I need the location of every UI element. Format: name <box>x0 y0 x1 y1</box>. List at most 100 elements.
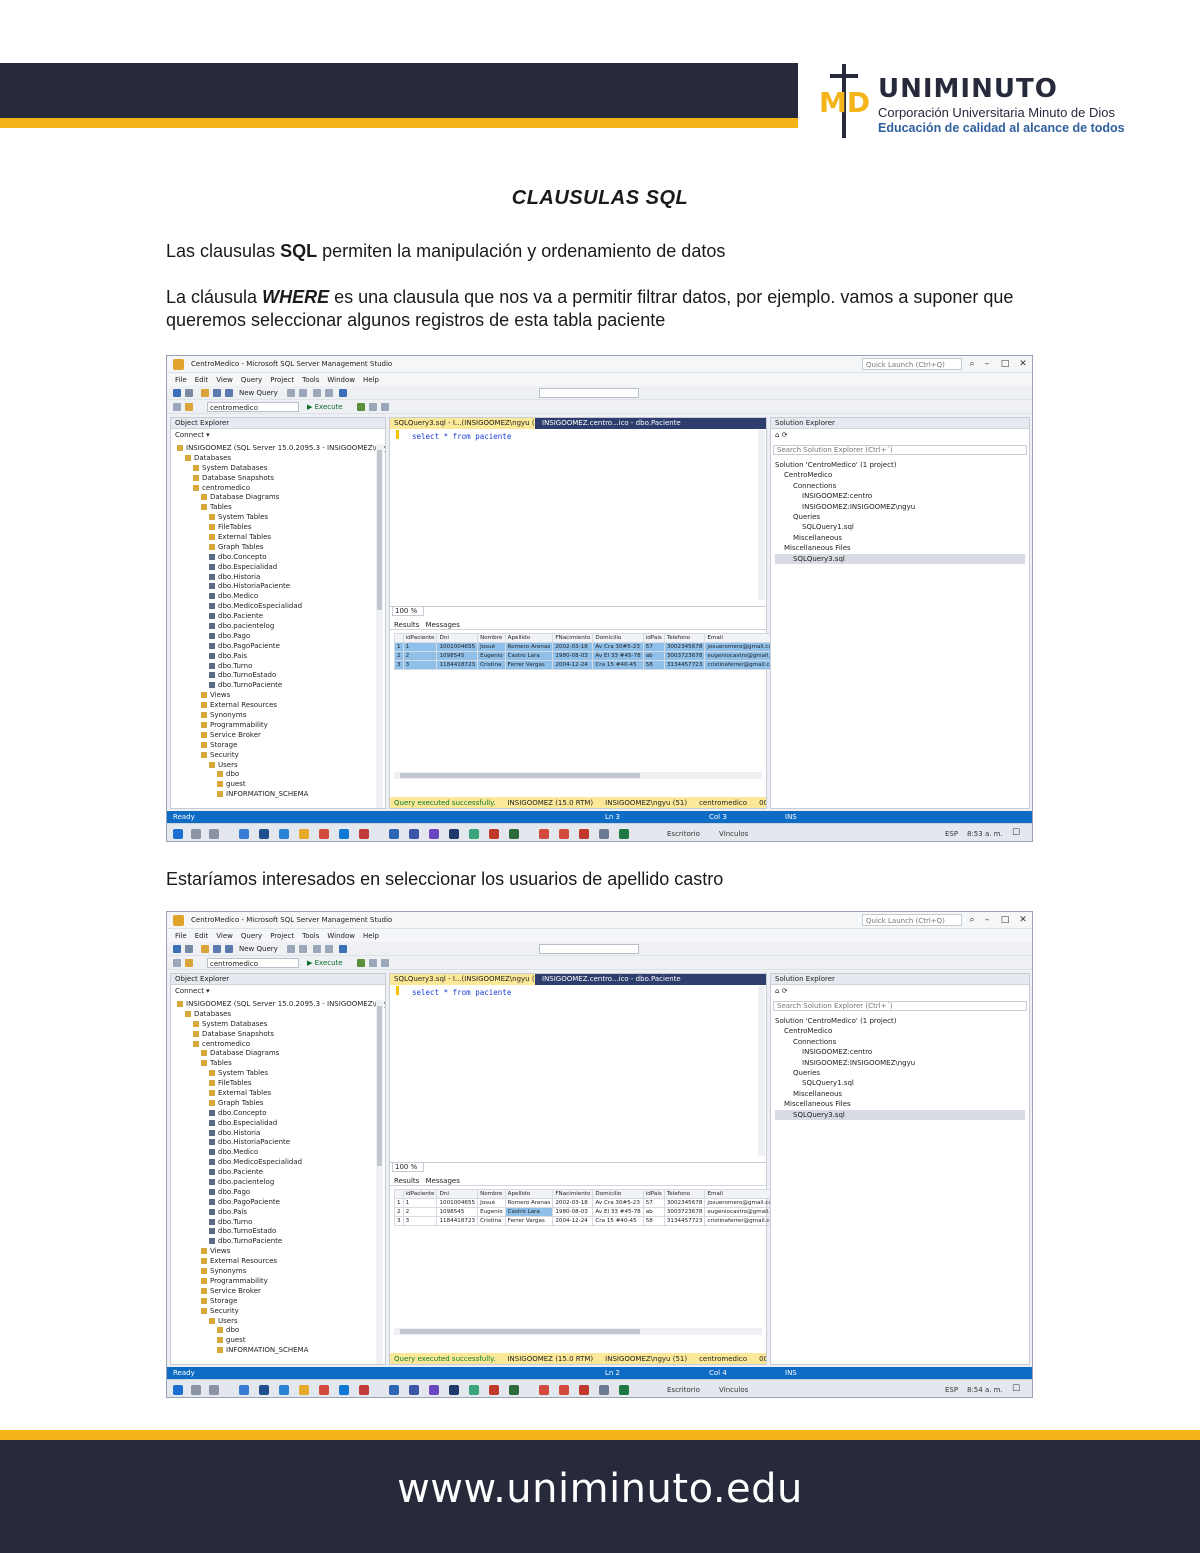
app-icon-2[interactable] <box>259 1385 269 1395</box>
refresh-icon[interactable]: ⟳ <box>782 987 788 995</box>
table-cell[interactable]: 58 <box>642 660 665 670</box>
taskbar-language[interactable]: ESP <box>945 830 958 838</box>
column-header[interactable]: Domicilio <box>592 1189 644 1199</box>
table-row[interactable]: 1 1 1001004655 Josué Romero Arenas 2002-03-18… <box>394 1198 780 1208</box>
copy-icon[interactable] <box>325 389 333 397</box>
table-cell[interactable]: Ferrer Vargas <box>504 660 554 670</box>
solution-node[interactable]: INSIGOOMEZ:INSIGOOMEZ\ngyu <box>775 1058 1025 1068</box>
table-cell[interactable]: 1098545 <box>436 651 479 661</box>
tree-node[interactable]: External Resources <box>177 1257 385 1267</box>
table-cell[interactable]: Av El 33 #45-78 <box>592 651 644 661</box>
tree-node[interactable]: guest <box>177 1336 385 1346</box>
execute-button[interactable]: ▶ Execute <box>307 403 343 411</box>
back-icon[interactable] <box>173 945 181 953</box>
taskbar-search-icon[interactable] <box>191 1385 201 1395</box>
tree-node[interactable]: FileTables <box>177 1079 385 1089</box>
undo-icon[interactable] <box>339 945 347 953</box>
table-cell[interactable]: Cristina <box>477 660 506 670</box>
column-header[interactable]: FNacimiento <box>552 633 594 643</box>
solution-search-input[interactable]: Search Solution Explorer (Ctrl+´) <box>773 1001 1027 1011</box>
menu-item-query[interactable]: Query <box>241 932 262 940</box>
table-cell[interactable]: 57 <box>642 1198 665 1208</box>
tree-node[interactable]: Databases <box>177 454 385 464</box>
scroll-thumb[interactable] <box>377 1006 382 1166</box>
maximize-icon[interactable]: □ <box>1000 915 1010 925</box>
zoom-select[interactable]: 100 % <box>392 606 424 616</box>
app-icon-7[interactable] <box>469 829 479 839</box>
taskbar-language[interactable]: ESP <box>945 1386 958 1394</box>
menu-item-window[interactable]: Window <box>327 932 355 940</box>
solution-node[interactable]: CentroMedico <box>775 470 1025 480</box>
table-cell[interactable]: 1 <box>402 1198 438 1208</box>
tree-node[interactable]: dbo.HistoriaPaciente <box>177 1138 385 1148</box>
table-cell[interactable]: 1098545 <box>436 1207 479 1217</box>
table-cell[interactable]: Cra 15 #40-45 <box>592 660 644 670</box>
table-cell[interactable]: 58 <box>642 1216 665 1226</box>
forward-icon[interactable] <box>185 389 193 397</box>
tree-node[interactable]: INFORMATION_SCHEMA <box>177 790 385 800</box>
tree-node[interactable]: System Tables <box>177 1069 385 1079</box>
tree-node[interactable]: INFORMATION_SCHEMA <box>177 1346 385 1356</box>
solution-search-input[interactable]: Search Solution Explorer (Ctrl+´) <box>773 445 1027 455</box>
copy-icon[interactable] <box>325 945 333 953</box>
menu-item-edit[interactable]: Edit <box>195 932 209 940</box>
column-header[interactable]: Telefono <box>663 633 706 643</box>
tree-node[interactable]: System Databases <box>177 464 385 474</box>
taskbar-escritorio[interactable]: Escritorio <box>667 1386 700 1394</box>
table-cell[interactable]: 2004-12-24 <box>552 660 594 670</box>
new-query-button[interactable]: New Query <box>239 389 278 397</box>
connect-dropdown[interactable]: Connect <box>175 431 204 439</box>
excel-icon[interactable] <box>619 829 629 839</box>
column-header[interactable]: idPaciente <box>402 633 438 643</box>
query-icon-2[interactable] <box>299 945 307 953</box>
table-cell[interactable]: cristinaferrer@gmail.co <box>704 660 780 670</box>
table-cell[interactable]: Josué <box>477 642 506 652</box>
table-cell[interactable]: 3 <box>402 660 438 670</box>
powerpoint-icon[interactable] <box>579 829 589 839</box>
query-icon-2[interactable] <box>299 389 307 397</box>
menu-item-help[interactable]: Help <box>363 376 379 384</box>
column-header[interactable]: FNacimiento <box>552 1189 594 1199</box>
app-icon-9[interactable] <box>509 1385 519 1395</box>
tree-node[interactable]: dbo.PagoPaciente <box>177 1198 385 1208</box>
taskbar-search-icon[interactable] <box>191 829 201 839</box>
close-icon[interactable]: ✕ <box>1018 915 1028 925</box>
tree-node[interactable]: Database Snapshots <box>177 474 385 484</box>
object-explorer-scrollbar[interactable] <box>376 1000 383 1364</box>
table-row[interactable]: 2 2 1098545 Eugenio Castro Lara 1980-08-03 Av … <box>394 1207 780 1217</box>
tree-node[interactable]: Security <box>177 1307 385 1317</box>
table-cell[interactable]: 1184418723 <box>436 660 479 670</box>
object-explorer-scrollbar[interactable] <box>376 444 383 808</box>
column-header[interactable] <box>394 1189 404 1199</box>
tree-node[interactable]: Service Broker <box>177 1287 385 1297</box>
tree-node[interactable]: Users <box>177 1317 385 1327</box>
solution-node[interactable]: SQLQuery3.sql <box>775 553 1025 564</box>
tree-node[interactable]: dbo.PagoPaciente <box>177 642 385 652</box>
sql-code[interactable]: select * from paciente <box>412 988 511 997</box>
tree-node[interactable]: FileTables <box>177 523 385 533</box>
table-row[interactable]: 3 3 1184418723 Cristina Ferrer Vargas 2004-12… <box>394 660 780 670</box>
table-cell[interactable]: Eugenio <box>477 651 506 661</box>
solution-node[interactable]: INSIGOOMEZ:centro <box>775 491 1025 501</box>
excel-icon[interactable] <box>619 1385 629 1395</box>
tree-node[interactable]: INSIGOOMEZ (SQL Server 15.0.2095.3 - INS… <box>177 444 385 454</box>
app-icon-8[interactable] <box>489 1385 499 1395</box>
table-cell[interactable]: Castro Lara <box>504 651 554 661</box>
tree-node[interactable]: Databases <box>177 1010 385 1020</box>
table-row[interactable]: 3 3 1184418723 Cristina Ferrer Vargas 2004-12… <box>394 1216 780 1226</box>
table-cell[interactable]: Josué <box>477 1198 506 1208</box>
notifications-icon[interactable]: ☐ <box>1012 1384 1020 1394</box>
column-header[interactable]: Apellido <box>504 633 554 643</box>
column-header[interactable]: Domicilio <box>592 633 644 643</box>
tree-node[interactable]: dbo.Medico <box>177 1148 385 1158</box>
app-icon-6[interactable] <box>429 829 439 839</box>
column-header[interactable]: idPais <box>642 633 665 643</box>
table-cell[interactable]: 1001004655 <box>436 1198 479 1208</box>
save-all-icon[interactable] <box>225 945 233 953</box>
solution-node[interactable]: Queries <box>775 512 1025 522</box>
tree-node[interactable]: Storage <box>177 741 385 751</box>
app-icon-10[interactable] <box>539 1385 549 1395</box>
home-icon[interactable]: ⌂ <box>775 987 779 995</box>
connect-dropdown[interactable]: Connect <box>175 987 204 995</box>
config-select[interactable] <box>539 388 639 398</box>
